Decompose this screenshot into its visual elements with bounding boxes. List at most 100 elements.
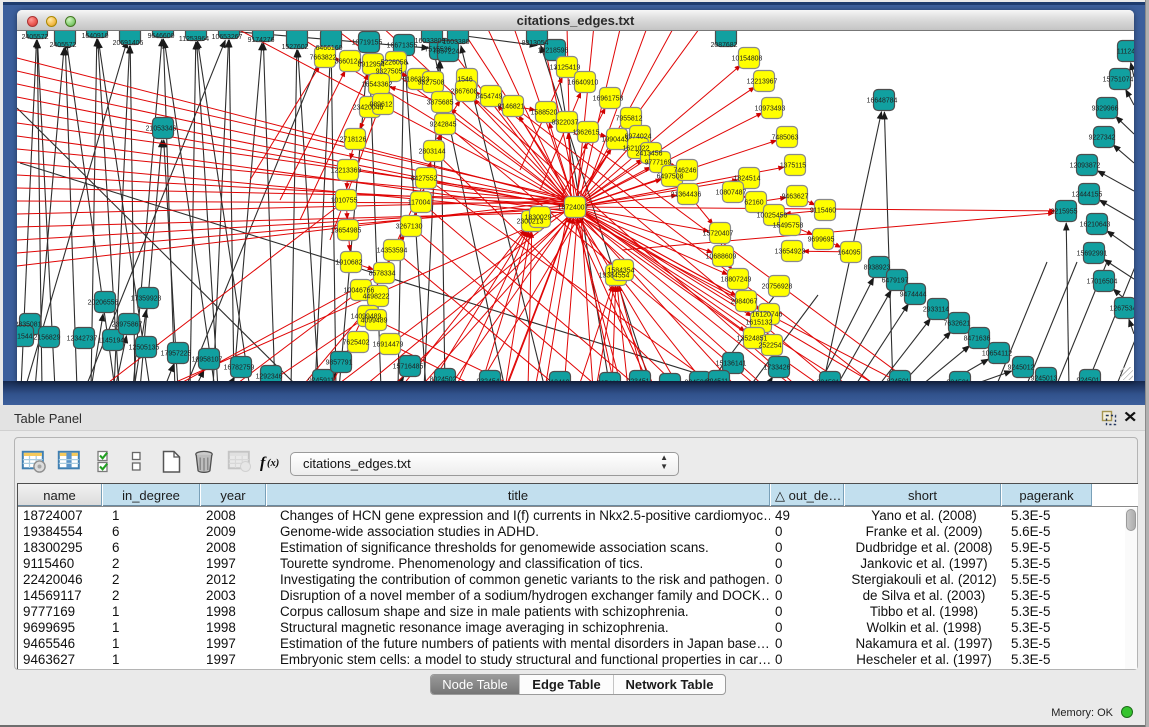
svg-text:12342737: 12342737 <box>67 336 98 343</box>
svg-text:15720407: 15720407 <box>703 231 734 238</box>
svg-text:6466160: 6466160 <box>316 45 343 52</box>
svg-text:10688609: 10688609 <box>706 254 737 261</box>
svg-text:9245013: 9245013 <box>1031 376 1058 382</box>
svg-text:10154808: 10154808 <box>732 56 763 63</box>
svg-text:3267130: 3267130 <box>396 224 423 231</box>
svg-text:8813054: 8813054 <box>522 40 549 47</box>
svg-text:2835081: 2835081 <box>17 322 42 329</box>
svg-text:2405572: 2405572 <box>50 42 77 49</box>
svg-text:924501: 924501 <box>817 380 840 382</box>
svg-text:2718126: 2718126 <box>340 137 367 144</box>
svg-text:2413456: 2413456 <box>636 151 663 158</box>
svg-text:1584354: 1584354 <box>608 268 635 275</box>
svg-text:1010755: 1010755 <box>331 198 358 205</box>
svg-text:18724007: 18724007 <box>558 205 589 212</box>
svg-text:11253964: 11253964 <box>179 36 209 43</box>
svg-text:2405572: 2405572 <box>22 34 49 41</box>
svg-text:7955812: 7955812 <box>616 116 643 123</box>
svg-text:7632621: 7632621 <box>944 321 971 328</box>
svg-text:1145194: 1145194 <box>98 338 124 345</box>
svg-text:824501: 824501 <box>887 379 910 382</box>
svg-text:3875685: 3875685 <box>427 100 454 107</box>
svg-text:6974024: 6974024 <box>625 134 652 141</box>
svg-text:8454749: 8454749 <box>476 94 503 101</box>
svg-text:164095: 164095 <box>838 250 861 257</box>
svg-text:16640910: 16640910 <box>568 80 599 87</box>
svg-text:1910682: 1910682 <box>336 260 363 267</box>
svg-text:12213967: 12213967 <box>747 79 778 86</box>
svg-text:252254: 252254 <box>759 343 782 350</box>
svg-text:8322037: 8322037 <box>552 120 579 127</box>
svg-text:9115460: 9115460 <box>810 208 836 215</box>
svg-text:765411: 765411 <box>597 381 620 382</box>
svg-text:2984067: 2984067 <box>731 299 758 306</box>
svg-text:1603380: 1603380 <box>443 39 470 46</box>
svg-text:16671355: 16671355 <box>387 43 418 50</box>
svg-text:2087682: 2087682 <box>711 42 738 49</box>
svg-text:19654985: 19654985 <box>331 228 362 235</box>
svg-text:7857224: 7857224 <box>433 49 460 56</box>
svg-text:7485063: 7485063 <box>772 135 799 142</box>
svg-text:14353594: 14353594 <box>377 248 408 255</box>
svg-text:9329966: 9329966 <box>1092 106 1119 113</box>
svg-text:9646600: 9646600 <box>148 33 175 40</box>
svg-text:13654923: 13654923 <box>775 249 806 256</box>
svg-text:15716485: 15716485 <box>393 364 424 371</box>
svg-text:9245911: 9245911 <box>308 378 334 382</box>
svg-text:1292346: 1292346 <box>256 374 283 381</box>
svg-text:4498222: 4498222 <box>363 294 390 301</box>
svg-text:923451: 923451 <box>627 379 650 382</box>
svg-text:1640910: 1640910 <box>82 33 109 40</box>
svg-text:989612: 989612 <box>370 102 393 109</box>
svg-text:1830029: 1830029 <box>525 215 552 222</box>
svg-text:2803144: 2803144 <box>419 149 446 156</box>
svg-text:11124: 11124 <box>1117 49 1134 56</box>
svg-text:17957225: 17957225 <box>161 351 192 358</box>
svg-text:9174276: 9174276 <box>248 37 275 44</box>
svg-text:12505135: 12505135 <box>129 345 160 352</box>
svg-text:15495758: 15495758 <box>773 223 804 230</box>
svg-text:932454: 932454 <box>477 379 500 382</box>
svg-text:1615132: 1615132 <box>746 320 773 327</box>
svg-text:9857791: 9857791 <box>326 360 353 367</box>
svg-text:9227342: 9227342 <box>1089 135 1116 142</box>
svg-text:117004: 117004 <box>408 200 431 207</box>
svg-text:9242845: 9242845 <box>430 122 457 129</box>
svg-text:10958107: 10958107 <box>192 357 223 364</box>
svg-text:7625402: 7625402 <box>343 340 370 347</box>
svg-text:1362615: 1362615 <box>573 130 600 137</box>
svg-text:10654112: 10654112 <box>982 351 1012 358</box>
svg-text:10719155: 10719155 <box>352 40 383 47</box>
svg-text:824511: 824511 <box>706 379 729 382</box>
svg-text:15692991: 15692991 <box>1077 251 1108 258</box>
svg-text:16210643: 16210643 <box>1080 222 1111 229</box>
svg-text:20206556: 20206556 <box>88 300 119 307</box>
svg-text:6497508: 6497508 <box>657 174 684 181</box>
svg-text:9327505: 9327505 <box>376 69 403 76</box>
svg-text:20756928: 20756928 <box>762 284 793 291</box>
svg-text:5226058: 5226058 <box>381 60 408 67</box>
svg-text:8578334: 8578334 <box>369 271 396 278</box>
svg-text:16648784: 16648784 <box>867 98 898 105</box>
svg-text:10973493: 10973493 <box>755 106 786 113</box>
svg-text:1375115: 1375115 <box>780 163 806 170</box>
svg-text:2867608: 2867608 <box>451 89 478 96</box>
svg-text:20691406: 20691406 <box>113 40 144 47</box>
svg-text:812410: 812410 <box>547 380 570 382</box>
svg-text:9146821: 9146821 <box>498 104 525 111</box>
svg-text:(x): (x) <box>267 458 279 469</box>
svg-text:9327508: 9327508 <box>418 80 445 87</box>
svg-text:16120746: 16120746 <box>752 312 783 319</box>
svg-text:12444155: 12444155 <box>1072 192 1103 199</box>
svg-text:17016504: 17016504 <box>1087 279 1118 286</box>
svg-text:19218596: 19218596 <box>538 48 569 55</box>
svg-text:9777169: 9777169 <box>645 160 672 167</box>
svg-text:18807249: 18807249 <box>721 277 752 284</box>
svg-text:9474444: 9474444 <box>900 292 927 299</box>
svg-text:746246: 746246 <box>674 168 697 175</box>
svg-text:16033809: 16033809 <box>415 38 446 45</box>
svg-text:1588520: 1588520 <box>531 110 558 117</box>
svg-text:9699695: 9699695 <box>808 237 835 244</box>
svg-text:1733426: 1733426 <box>764 365 791 372</box>
svg-text:9245012: 9245012 <box>1008 365 1035 372</box>
